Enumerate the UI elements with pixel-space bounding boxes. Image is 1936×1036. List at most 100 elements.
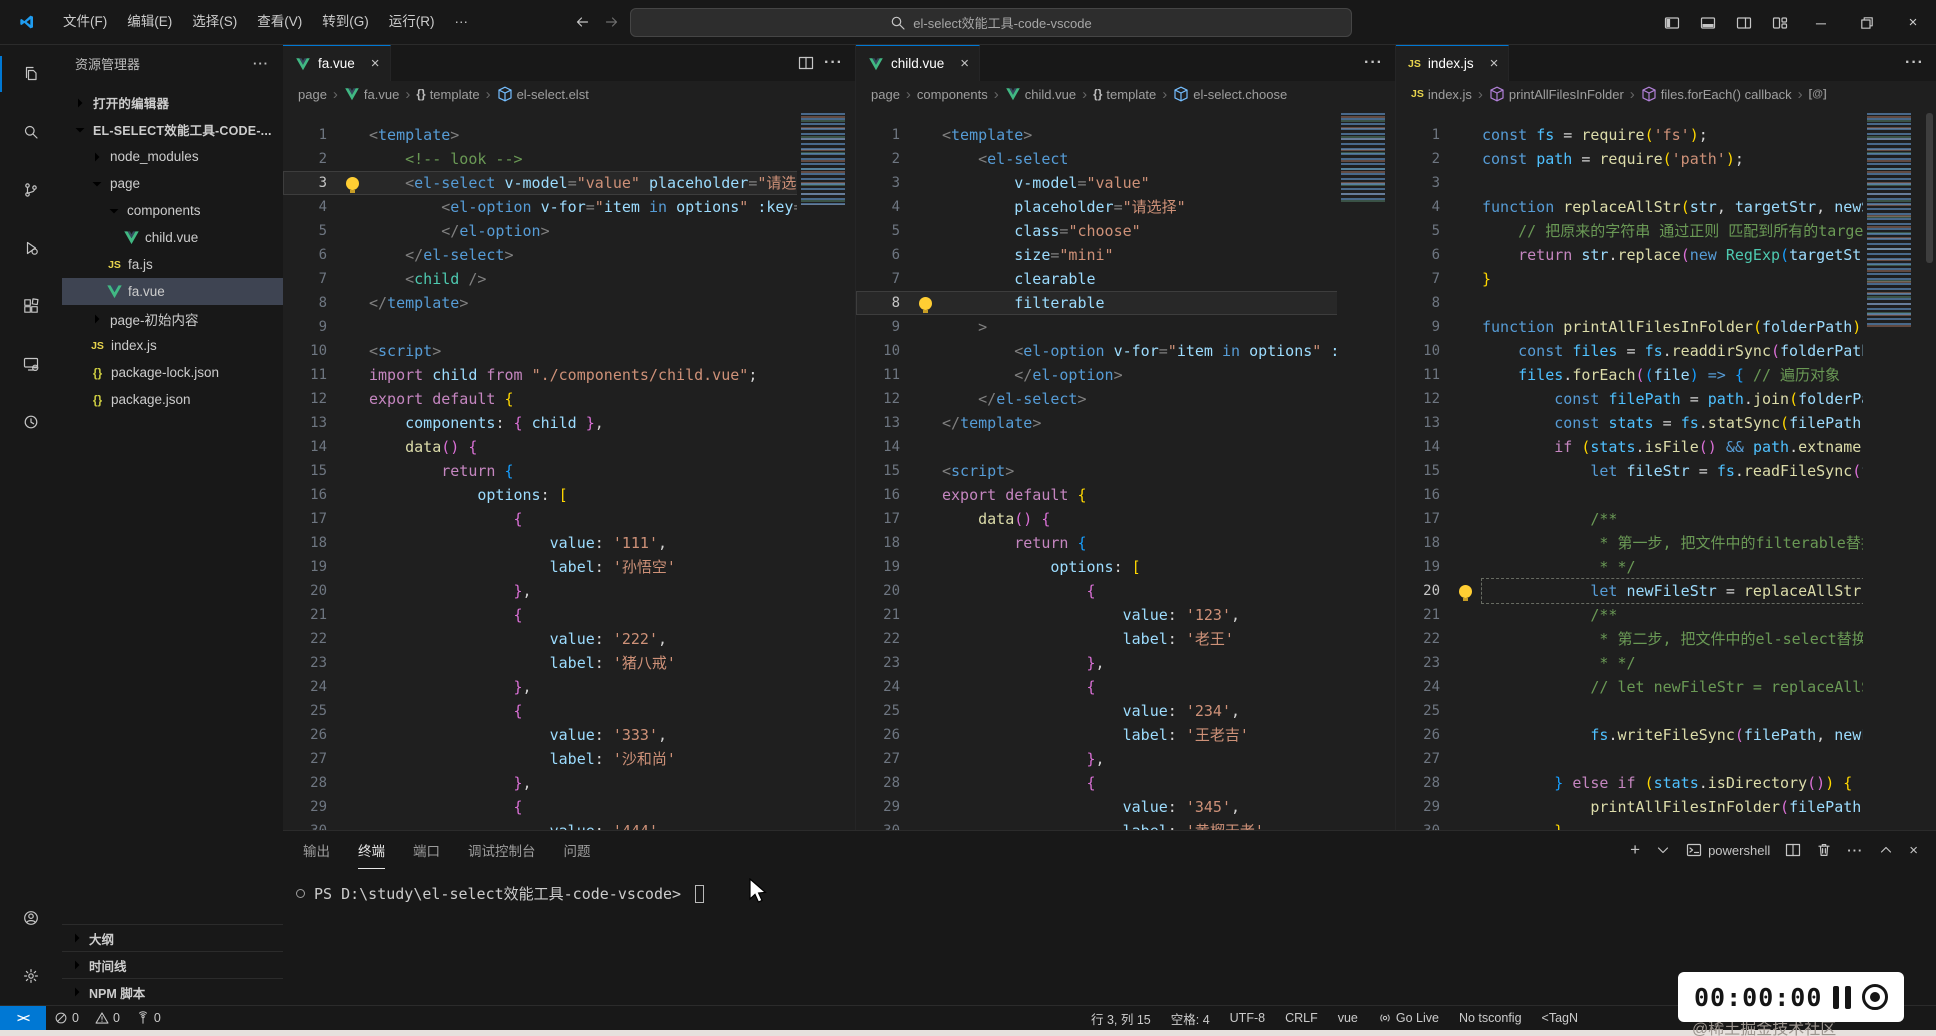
restore-button[interactable]: [1844, 0, 1890, 45]
code-line[interactable]: 23 label: '猪八戒': [283, 651, 855, 675]
code-line[interactable]: 6 size="mini": [856, 243, 1395, 267]
status-item[interactable]: <TagN: [1534, 1006, 1586, 1031]
code-line[interactable]: 26 label: '王老吉': [856, 723, 1395, 747]
code-line[interactable]: 14: [856, 435, 1395, 459]
breadcrumb-item[interactable]: {} template: [416, 87, 479, 102]
code-line[interactable]: 18 value: '111',: [283, 531, 855, 555]
code-line[interactable]: 17 /**: [1396, 507, 1936, 531]
command-center-search[interactable]: el-select效能工具-code-vscode: [630, 8, 1352, 37]
code-line[interactable]: 15 <script>: [856, 459, 1395, 483]
code-line[interactable]: 13 </template>: [856, 411, 1395, 435]
status-broadcast[interactable]: 0: [128, 1006, 169, 1031]
code-line[interactable]: 5 // 把原来的字符串 通过正则 匹配到所有的targetStr 替换newS…: [1396, 219, 1936, 243]
code-line[interactable]: 28 } else if (stats.isDirectory()) {: [1396, 771, 1936, 795]
breadcrumb-item[interactable]: page: [298, 87, 327, 102]
code-line[interactable]: 4 <el-option v-for="item in options" :ke…: [283, 195, 855, 219]
code-line[interactable]: 29 {: [283, 795, 855, 819]
sidebar-section-时间线[interactable]: 时间线: [62, 951, 283, 978]
lightbulb-icon[interactable]: [1459, 584, 1472, 601]
tree-item-index.js[interactable]: JS index.js: [62, 332, 283, 359]
minimap[interactable]: [1863, 107, 1936, 830]
code-area[interactable]: 1 <template> 2 <el-select 3 v-model="value"…: [856, 107, 1395, 830]
panel-action-chevron-down[interactable]: [1655, 842, 1671, 858]
code-line[interactable]: 24 // let newFileStr = replaceAllStr(: [1396, 675, 1936, 699]
breadcrumb-item[interactable]: page: [871, 87, 900, 102]
minimize-button[interactable]: ─: [1798, 0, 1844, 45]
code-line[interactable]: 14 data() {: [283, 435, 855, 459]
panel-tab-端口[interactable]: 端口: [413, 831, 440, 869]
code-line[interactable]: 12 export default {: [283, 387, 855, 411]
status-item[interactable]: CRLF: [1277, 1006, 1326, 1031]
code-line[interactable]: 10 <script>: [283, 339, 855, 363]
code-line[interactable]: 13 const stats = fs.statSync(filePath);: [1396, 411, 1936, 435]
menu-item[interactable]: 选择(S): [182, 8, 247, 36]
tab-fa.vue[interactable]: fa.vue ×: [283, 45, 391, 81]
code-line[interactable]: 30 label: '黄榴天老': [856, 819, 1395, 830]
code-line[interactable]: 30 }: [1396, 819, 1936, 830]
status-item[interactable]: Go Live: [1370, 1006, 1447, 1031]
breadcrumb-item[interactable]: components: [917, 87, 988, 102]
ellipsis-icon[interactable]: ···: [824, 54, 843, 72]
lightbulb-icon[interactable]: [919, 296, 932, 313]
code-line[interactable]: 24 },: [283, 675, 855, 699]
activitybar-search[interactable]: [0, 103, 62, 161]
lightbulb-icon[interactable]: [346, 176, 359, 193]
tree-item-fa.js[interactable]: JS fa.js: [62, 251, 283, 278]
tree-item-components[interactable]: components: [62, 197, 283, 224]
panel-tab-终端[interactable]: 终端: [358, 831, 385, 869]
menu-item[interactable]: 转到(G): [312, 8, 379, 36]
code-line[interactable]: 26 fs.writeFileSync(filePath, newFileStr…: [1396, 723, 1936, 747]
breadcrumb[interactable]: JS index.js › printAllFilesInFolder › files.f…: [1396, 81, 1936, 107]
code-line[interactable]: 11 files.forEach((file) => { // 遍历对象: [1396, 363, 1936, 387]
code-line[interactable]: 19 options: [: [856, 555, 1395, 579]
stop-record-button[interactable]: [1861, 984, 1888, 1010]
activitybar-debug[interactable]: [0, 219, 62, 277]
code-line[interactable]: 2 const path = require('path');: [1396, 147, 1936, 171]
code-line[interactable]: 2 <!-- look -->: [283, 147, 855, 171]
code-line[interactable]: 15 return {: [283, 459, 855, 483]
terminal[interactable]: PS D:\study\el-select效能工具-code-vscode>: [283, 869, 1936, 904]
code-line[interactable]: 18 * 第一步, 把文件中的filterable替换: [1396, 531, 1936, 555]
code-line[interactable]: 16 export default {: [856, 483, 1395, 507]
panel-action-ellipsis[interactable]: ···: [1847, 843, 1863, 858]
status-item[interactable]: 行 3, 列 15: [1083, 1006, 1159, 1031]
activitybar-remote-explorer[interactable]: [0, 335, 62, 393]
code-line[interactable]: 7}: [1396, 267, 1936, 291]
activitybar-clock[interactable]: [0, 393, 62, 451]
layout-sidebar-toggle[interactable]: [1654, 0, 1690, 45]
code-line[interactable]: 20 {: [856, 579, 1395, 603]
tree-item-child.vue[interactable]: child.vue: [62, 224, 283, 251]
code-line[interactable]: 13 components: { child },: [283, 411, 855, 435]
tree-item-node_modules[interactable]: node_modules: [62, 143, 283, 170]
sidebar-section-NPM 脚本[interactable]: NPM 脚本: [62, 978, 283, 1005]
ellipsis-icon[interactable]: ···: [1905, 54, 1924, 72]
code-line[interactable]: 30 value: '444',: [283, 819, 855, 830]
tree-item-EL-SELECT-CODE-...[interactable]: EL-SELECT效能工具-CODE-...: [62, 116, 283, 143]
code-line[interactable]: 6 return str.replace(new RegExp(targetSt…: [1396, 243, 1936, 267]
tree-item-[interactable]: 打开的编辑器: [62, 89, 283, 116]
code-line[interactable]: 4 function replaceAllStr(str, targetStr, …: [1396, 195, 1936, 219]
activitybar-files[interactable]: [0, 45, 62, 103]
status-item[interactable]: No tsconfig: [1451, 1006, 1530, 1031]
sidebar-more-icon[interactable]: ···: [253, 56, 269, 71]
layout-sidebar-right-toggle[interactable]: [1726, 0, 1762, 45]
panel-action-terminal[interactable]: powershell: [1686, 842, 1770, 858]
code-line[interactable]: 9 function printAllFilesInFolder(folderPa…: [1396, 315, 1936, 339]
code-line[interactable]: 25 {: [283, 699, 855, 723]
code-line[interactable]: 9: [283, 315, 855, 339]
breadcrumb-item[interactable]: JS index.js: [1411, 87, 1472, 102]
code-line[interactable]: 12 const filePath = path.join(folderPath…: [1396, 387, 1936, 411]
code-line[interactable]: 3 v-model="value": [856, 171, 1395, 195]
code-line[interactable]: 19 * */: [1396, 555, 1936, 579]
code-line[interactable]: 27 label: '沙和尚': [283, 747, 855, 771]
sidebar-section-大纲[interactable]: 大纲: [62, 924, 283, 951]
code-line[interactable]: 8: [1396, 291, 1936, 315]
panel-action-chevron-up[interactable]: [1878, 842, 1894, 858]
activitybar-scm[interactable]: [0, 161, 62, 219]
code-line[interactable]: 3: [1396, 171, 1936, 195]
code-area[interactable]: 1 const fs = require('fs'); 2 const path = …: [1396, 107, 1936, 830]
code-line[interactable]: 28 {: [856, 771, 1395, 795]
code-line[interactable]: 14 if (stats.isFile() && path.extname(fi…: [1396, 435, 1936, 459]
nav-back-icon[interactable]: [574, 14, 590, 30]
breadcrumb-item[interactable]: files.forEach() callback: [1641, 86, 1792, 102]
